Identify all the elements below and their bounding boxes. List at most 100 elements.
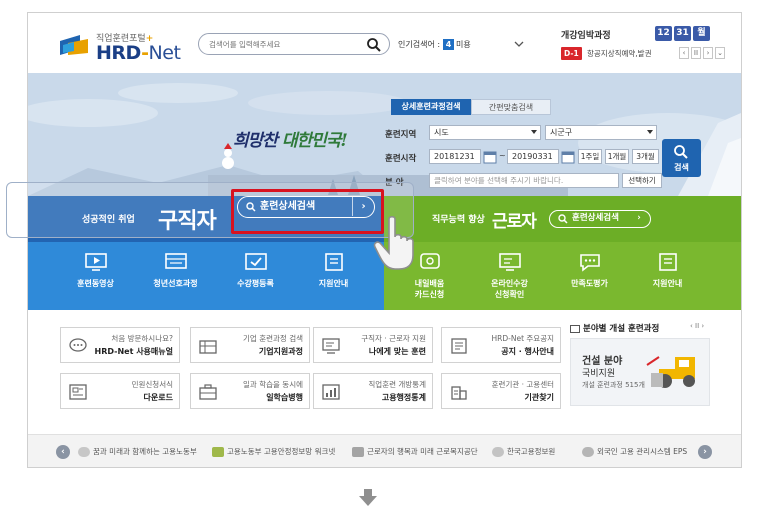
banner-note: 개설 훈련과정 515개 — [582, 381, 645, 389]
period-3month-button[interactable]: 3개월 — [632, 149, 659, 164]
upcoming-course-link[interactable]: 항공지상직예약,발권 — [587, 48, 677, 59]
chat-icon — [69, 338, 87, 352]
service-card-caption: 민원신청서식 — [131, 380, 173, 389]
search-icon — [674, 145, 688, 159]
site-header: 직업훈련포털+ HRD-Net 인기검색어 :4미용 개강임박과정 12 31 … — [28, 13, 741, 73]
service-card[interactable]: 기업 훈련과정 검색 기업지원과정 — [190, 327, 310, 363]
related-site-link[interactable]: 외국인 고용 관리시스템 EPS — [582, 446, 687, 457]
hrd-net-logo[interactable]: 직업훈련포털+ HRD-Net — [58, 29, 198, 67]
region-district-select[interactable]: 시군구 — [545, 125, 657, 140]
field-input[interactable]: 클릭하여 분야를 선택해 주시기 바랍니다. — [429, 173, 619, 188]
popular-term[interactable]: 미용 — [456, 40, 471, 49]
related-site-link[interactable]: 꿈과 미래과 함께하는 고용노동부 — [78, 446, 197, 457]
quick-item-label: 만족도평가 — [571, 279, 608, 288]
quick-item-label: 청년선호과정 — [153, 279, 198, 288]
quick-item-label: 지원안내 — [652, 279, 683, 288]
field-row: 분 야 클릭하여 분야를 선택해 주시기 바랍니다. 선택하기 — [385, 173, 675, 191]
review-icon — [245, 253, 267, 270]
service-card[interactable]: 처음 방문하시나요? HRD-Net 사용매뉴얼 — [60, 327, 180, 363]
quick-item-survey[interactable]: 만족도평가 — [552, 242, 627, 310]
service-card[interactable]: 훈련기관 · 고용센터 기관찾기 — [441, 373, 561, 409]
service-card-caption: 직업훈련 개방통계 — [368, 380, 426, 389]
chevron-down-icon[interactable] — [512, 37, 526, 51]
service-card-title: HRD-Net 사용매뉴얼 — [94, 347, 174, 356]
service-card-title: 공지 · 행사안내 — [501, 347, 554, 356]
search-button-label: 검색 — [674, 163, 689, 172]
detail-search-label: 훈련상세검색 — [572, 213, 619, 223]
eps-logo-icon — [582, 447, 594, 457]
quick-item-support-guide[interactable]: 지원안내 — [630, 242, 705, 310]
banner-subtitle: 국비지원 — [582, 369, 616, 379]
building-icon — [199, 340, 217, 354]
quick-item-youth-course[interactable]: 청년선호과정 — [138, 242, 213, 310]
course-search-form: 상세훈련과정검색 간편맞춤검색 훈련지역 시도 시군구 훈련시작 2018123… — [385, 99, 701, 194]
tab-simple-search[interactable]: 간편맞춤검색 — [471, 99, 551, 115]
guide-icon — [325, 253, 343, 271]
quick-item-label: 지원안내 — [318, 279, 349, 288]
search-icon[interactable] — [366, 37, 382, 53]
related-site-link[interactable]: 근로자의 행복과 미래 근로복지공단 — [352, 446, 478, 457]
region-row: 훈련지역 시도 시군구 — [385, 125, 675, 143]
monitor-icon — [322, 338, 340, 354]
related-site-link[interactable]: 고용노동부 고용안정정보망 워크넷 — [212, 446, 335, 457]
search-input[interactable] — [209, 37, 359, 51]
service-card[interactable]: HRD-Net 주요공지 공지 · 행사안내 — [441, 327, 561, 363]
quick-item-support-guide[interactable]: 지원안내 — [296, 242, 371, 310]
service-card[interactable]: 일과 학습을 동시에 일학습병행 — [190, 373, 310, 409]
hrd-card-icon — [165, 253, 187, 269]
prev-button[interactable]: ‹ — [679, 47, 689, 59]
site-search-box — [198, 33, 390, 55]
notice-icon — [451, 338, 467, 354]
popular-keywords[interactable]: 인기검색어 :4 미용 — [398, 39, 471, 50]
date-month: 12 — [655, 26, 672, 41]
date-from-input[interactable]: 20181231 — [429, 149, 481, 164]
quick-item-review[interactable]: 수강평등록 — [218, 242, 293, 310]
popular-rank-badge: 4 — [443, 39, 455, 50]
period-1week-button[interactable]: 1주일 — [578, 149, 602, 164]
logo-title: HRD-Net — [96, 42, 181, 64]
calendar-icon[interactable] — [483, 149, 497, 164]
next-arrow-button[interactable]: › — [698, 445, 712, 459]
service-card[interactable]: 민원신청서식 다운로드 — [60, 373, 180, 409]
survey-icon — [580, 254, 600, 272]
ministry-logo-icon — [78, 447, 90, 457]
form-icon — [69, 384, 87, 400]
worker-subtitle: 직무능력 향상 — [432, 215, 485, 225]
course-search-button[interactable]: 검색 — [662, 139, 701, 177]
service-card[interactable]: 구직자 · 근로자 지원 나에게 맞는 훈련 — [313, 327, 433, 363]
field-course-banner[interactable]: 분야별 개설 훈련과정 ‹ II › 건설 분야 국비지원 개설 훈련과정 51… — [570, 318, 710, 418]
online-icon — [499, 253, 521, 271]
calendar-icon[interactable] — [561, 149, 575, 164]
card-icon — [420, 253, 440, 269]
period-1month-button[interactable]: 1개월 — [605, 149, 629, 164]
logo-mark-icon — [60, 35, 88, 55]
date-separator: ~ — [499, 151, 506, 160]
next-button[interactable]: › — [703, 47, 713, 59]
service-card-title: 일학습병행 — [266, 393, 303, 402]
date-day: 31 — [674, 26, 691, 41]
service-card-title: 고용행정통계 — [381, 393, 426, 402]
expand-button[interactable]: ⌄ — [715, 47, 725, 59]
upcoming-courses-title: 개강임박과정 — [561, 31, 611, 41]
select-field-button[interactable]: 선택하기 — [622, 173, 662, 188]
related-site-link[interactable]: 한국고용정보원 — [492, 446, 555, 457]
popular-label: 인기검색어 : — [398, 40, 441, 49]
quick-item-video[interactable]: 훈련동영상 — [58, 242, 133, 310]
service-card-caption: 훈련기관 · 고용센터 — [491, 380, 554, 389]
worker-detail-search-button[interactable]: 훈련상세검색 › — [549, 210, 651, 228]
prev-arrow-button[interactable]: ‹ — [56, 445, 70, 459]
quick-item-online-check[interactable]: 온라인수강 신청확인 — [472, 242, 547, 310]
service-card[interactable]: 직업훈련 개방통계 고용행정통계 — [313, 373, 433, 409]
quick-item-label: 훈련동영상 — [77, 279, 114, 288]
construction-roller-icon — [646, 356, 695, 388]
banner-title: 건설 분야 — [582, 356, 623, 367]
region-city-select[interactable]: 시도 — [429, 125, 541, 140]
worker-title: 근로자 — [492, 212, 537, 232]
keis-logo-icon — [492, 447, 504, 457]
office-icon — [451, 386, 467, 400]
tab-detail-search[interactable]: 상세훈련과정검색 — [391, 99, 471, 115]
date-to-input[interactable]: 20190331 — [507, 149, 559, 164]
worker-quick-menu: 내일배움 카드신청 온라인수강 신청확인 만족도평가 지원안내 — [384, 242, 741, 310]
banner-controls[interactable]: ‹ II › — [690, 322, 704, 330]
pause-button[interactable]: II — [691, 47, 701, 59]
